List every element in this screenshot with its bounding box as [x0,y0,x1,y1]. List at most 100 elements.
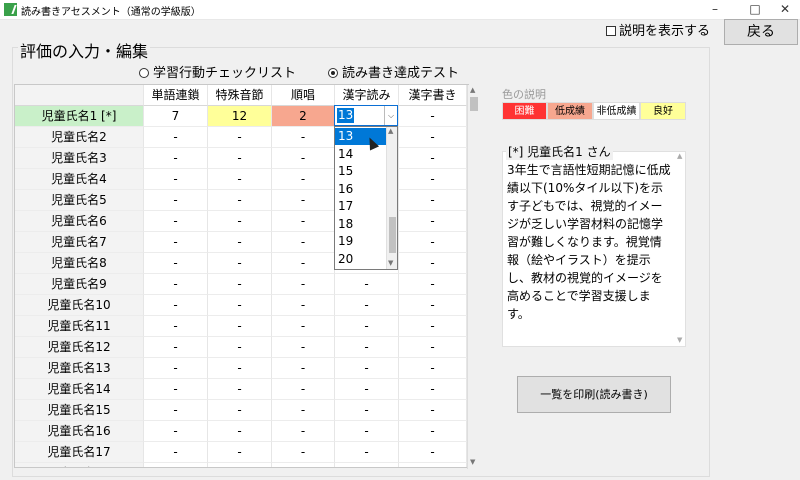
score-cell[interactable]: - [208,379,272,400]
student-name-cell[interactable]: 児童氏名1 [*] [15,106,144,127]
dropdown-scroll-thumb[interactable] [389,217,396,253]
scroll-up-icon[interactable]: ▲ [388,127,393,135]
score-cell[interactable]: - [335,358,399,379]
score-cell[interactable]: - [144,190,208,211]
score-cell[interactable]: - [208,463,272,467]
score-cell[interactable]: - [399,106,467,127]
score-cell[interactable]: - [144,400,208,421]
score-cell[interactable]: - [144,337,208,358]
table-row[interactable]: 児童氏名14- - - - - [15,379,468,400]
score-cell[interactable]: - [272,442,335,463]
score-cell[interactable]: - [399,358,467,379]
score-cell[interactable]: - [399,463,467,467]
score-cell[interactable]: - [399,274,467,295]
score-cell[interactable]: 2 [272,106,335,127]
score-cell[interactable]: - [272,232,335,253]
table-row[interactable]: 児童氏名1 [*]712213 - [15,106,468,127]
score-cell[interactable]: - [208,337,272,358]
score-cell[interactable]: - [335,421,399,442]
scroll-up-icon[interactable]: ▲ [470,86,475,94]
student-name-cell[interactable]: 児童氏名13 [15,358,144,379]
score-cell[interactable]: - [399,295,467,316]
table-row[interactable]: 児童氏名9- - - - - [15,274,468,295]
dropdown-scrollbar[interactable]: ▲ ▼ [386,127,397,269]
column-header[interactable]: 順唱 [272,85,335,106]
score-cell[interactable]: - [399,127,467,148]
student-name-cell[interactable]: 児童氏名18 [15,463,144,467]
radio-icon[interactable] [139,68,149,78]
close-icon[interactable]: ✕ [768,0,800,20]
score-cell[interactable]: - [335,442,399,463]
column-header[interactable]: 漢字読み [335,85,399,106]
student-name-cell[interactable]: 児童氏名9 [15,274,144,295]
score-cell[interactable]: - [335,400,399,421]
score-cell[interactable]: - [272,211,335,232]
score-cell[interactable]: - [399,169,467,190]
student-name-cell[interactable]: 児童氏名2 [15,127,144,148]
score-cell[interactable]: 7 [144,106,208,127]
combobox-dropdown[interactable]: 13 14 15 16 17 18 19 20 ▲ ▼ [334,126,398,270]
score-cell[interactable]: - [144,169,208,190]
score-cell[interactable]: - [272,148,335,169]
score-cell[interactable]: - [144,211,208,232]
dropdown-option[interactable]: 13 [335,128,387,145]
score-cell[interactable]: - [208,421,272,442]
score-cell[interactable]: - [335,295,399,316]
score-cell[interactable]: - [208,190,272,211]
score-cell[interactable]: - [208,295,272,316]
score-cell[interactable]: - [272,337,335,358]
student-name-cell[interactable]: 児童氏名17 [15,442,144,463]
column-header[interactable]: 特殊音節 [208,85,272,106]
show-help-checkbox[interactable]: 説明を表示する [606,20,710,39]
score-cell[interactable]: - [144,316,208,337]
radio-checklist[interactable]: 学習行動チェックリスト [139,62,296,81]
score-cell[interactable]: - [335,337,399,358]
table-row[interactable]: 児童氏名17- - - - - [15,442,468,463]
score-cell[interactable]: - [399,232,467,253]
score-cell[interactable]: - [144,442,208,463]
table-row[interactable]: 児童氏名7----- [15,232,468,253]
print-list-button[interactable]: 一覧を印刷(読み書き) [517,376,671,413]
student-name-cell[interactable]: 児童氏名7 [15,232,144,253]
maximize-icon[interactable]: □ [738,0,772,20]
student-name-cell[interactable]: 児童氏名6 [15,211,144,232]
table-row[interactable]: 児童氏名16- - - - - [15,421,468,442]
score-cell[interactable]: - [144,295,208,316]
score-cell[interactable]: - [144,148,208,169]
radio-achievement-test[interactable]: 読み書き達成テスト [328,62,459,81]
score-cell[interactable]: - [335,316,399,337]
dropdown-option[interactable]: 17 [335,198,387,215]
dropdown-option[interactable]: 15 [335,163,387,180]
score-cell[interactable]: - [399,337,467,358]
score-cell[interactable]: - [208,274,272,295]
back-button[interactable]: 戻る [724,19,798,45]
score-cell[interactable]: - [272,358,335,379]
score-cell[interactable]: - [335,463,399,467]
scroll-down-icon[interactable]: ▼ [677,336,682,344]
score-cell[interactable]: - [208,442,272,463]
table-row[interactable]: 児童氏名11- - - - - [15,316,468,337]
student-name-cell[interactable]: 児童氏名4 [15,169,144,190]
score-cell[interactable]: - [208,127,272,148]
scroll-up-icon[interactable]: ▲ [677,152,682,160]
scroll-down-icon[interactable]: ▼ [388,259,393,267]
score-cell[interactable]: - [399,379,467,400]
grid-scrollbar[interactable]: ▲ ▼ [467,85,479,469]
score-cell[interactable]: - [272,316,335,337]
score-cell[interactable]: - [272,169,335,190]
table-row[interactable]: 児童氏名18----- [15,463,468,467]
student-name-cell[interactable]: 児童氏名14 [15,379,144,400]
score-cell[interactable]: - [144,253,208,274]
column-header[interactable]: 漢字書き [399,85,467,106]
score-cell[interactable]: - [399,148,467,169]
score-cell[interactable]: - [335,274,399,295]
score-cell[interactable]: - [272,274,335,295]
table-row[interactable]: 児童氏名13- - - - - [15,358,468,379]
score-cell[interactable]: - [144,358,208,379]
score-cell[interactable]: - [272,253,335,274]
score-cell[interactable]: - [208,253,272,274]
table-row[interactable]: 児童氏名10- - - - - [15,295,468,316]
table-row[interactable]: 児童氏名12- - - - - [15,337,468,358]
student-name-cell[interactable]: 児童氏名15 [15,400,144,421]
score-cell[interactable]: - [399,211,467,232]
